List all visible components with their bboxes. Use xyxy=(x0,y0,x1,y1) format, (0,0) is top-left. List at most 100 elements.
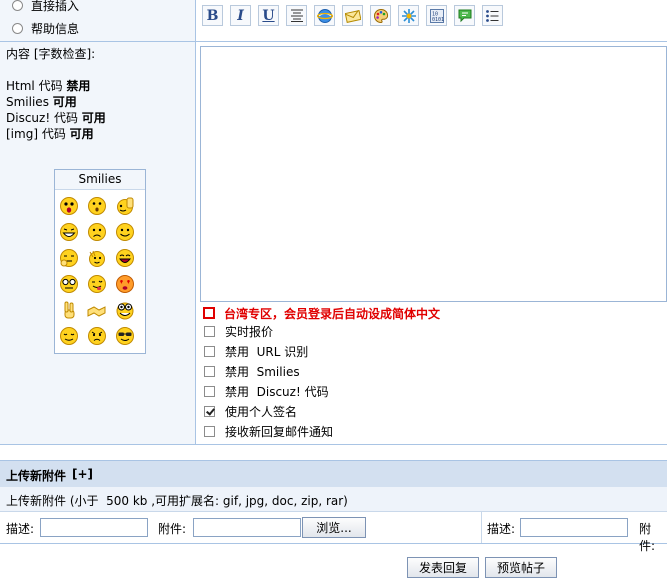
smiley-content-icon[interactable] xyxy=(59,326,79,346)
disable-url-option[interactable]: 禁用 URL 识别 xyxy=(204,343,308,359)
smilies-line: Smilies 可用 xyxy=(6,93,77,110)
smiley-surprised-icon[interactable] xyxy=(59,196,79,216)
smiley-wave-icon[interactable] xyxy=(87,248,107,268)
smiley-tongue-icon[interactable] xyxy=(87,274,107,294)
use-signature-option[interactable]: 使用个人签名 xyxy=(204,403,297,419)
html-code-line: Html 代码 禁用 xyxy=(6,77,90,94)
insert-image-button[interactable] xyxy=(398,5,419,26)
realtime-quote-option[interactable]: 实时报价 xyxy=(204,323,273,339)
img-code-line: [img] 代码 可用 xyxy=(6,125,94,142)
disable-smilies-option[interactable]: 禁用 Smilies xyxy=(204,363,300,379)
img-code-status: 可用 xyxy=(69,127,94,141)
smilies-status: 可用 xyxy=(52,95,77,109)
img-code-name: [img] 代码 xyxy=(6,127,66,141)
browse-button[interactable]: 浏览... xyxy=(302,517,366,538)
description-label-2: 描述: xyxy=(487,522,516,536)
insert-email-button[interactable] xyxy=(342,5,363,26)
disable-discuz-option[interactable]: 禁用 Discuz! 代码 xyxy=(204,383,329,399)
smilies-title: Smilies xyxy=(55,170,145,190)
direct-insert-radio[interactable] xyxy=(12,0,23,11)
smiley-hand-icon[interactable] xyxy=(115,196,135,216)
attachment-expand-toggle[interactable]: [+] xyxy=(72,467,93,484)
direct-insert-label: 直接插入 xyxy=(31,0,80,13)
taiwan-zone-option[interactable]: 台湾专区，会员登录后自动设成简体中文 xyxy=(203,305,440,321)
disable-url-label: 禁用 URL 识别 xyxy=(225,344,309,359)
description-input-2[interactable] xyxy=(520,518,628,537)
attachment-input-row: 描述: 附件: 浏览... 描述: 附件: xyxy=(0,512,667,553)
disable-smilies-label: 禁用 Smilies xyxy=(225,364,300,379)
smiley-angry-icon[interactable] xyxy=(87,326,107,346)
help-info-option[interactable]: 帮助信息 xyxy=(12,20,79,36)
envelope-icon xyxy=(344,9,361,23)
globe-link-icon xyxy=(316,8,333,23)
description-input[interactable] xyxy=(40,518,148,537)
preview-post-button[interactable]: 预览帖子 xyxy=(485,557,557,578)
attachment-note: 上传新附件 (小于 500 kb ,可用扩展名: gif, jpg, doc, … xyxy=(6,494,348,508)
insert-code-button[interactable]: 10 0101 xyxy=(426,5,447,26)
discuz-code-status: 可用 xyxy=(81,111,106,125)
disable-url-checkbox[interactable] xyxy=(204,345,215,357)
attachment-header-title: 上传新附件 xyxy=(6,469,67,483)
taiwan-zone-checkbox[interactable] xyxy=(203,307,215,319)
sparkle-icon xyxy=(401,8,416,23)
disable-discuz-label: 禁用 Discuz! 代码 xyxy=(225,384,329,399)
html-code-status: 禁用 xyxy=(66,79,91,93)
smiley-bigeyes-icon[interactable] xyxy=(115,300,135,320)
text-color-button[interactable] xyxy=(370,5,391,26)
smiley-laugh-icon[interactable] xyxy=(115,248,135,268)
insert-quote-button[interactable] xyxy=(454,5,475,26)
discuz-code-line: Discuz! 代码 可用 xyxy=(6,109,106,126)
smiley-shocked-icon[interactable] xyxy=(87,196,107,216)
use-signature-checkbox[interactable] xyxy=(204,405,215,417)
realtime-quote-label: 实时报价 xyxy=(225,324,274,339)
insert-link-button[interactable] xyxy=(314,5,335,26)
editor-toolbar: B I U 10 0101 xyxy=(202,5,503,26)
smilies-name: Smilies xyxy=(6,95,49,109)
smiley-love-icon[interactable] xyxy=(115,274,135,294)
use-signature-label: 使用个人签名 xyxy=(225,404,298,419)
bold-button[interactable]: B xyxy=(202,5,223,26)
insert-list-button[interactable] xyxy=(482,5,503,26)
direct-insert-option[interactable]: 直接插入 xyxy=(12,0,80,13)
email-notify-checkbox[interactable] xyxy=(204,425,215,437)
smiley-glasses-icon[interactable] xyxy=(59,274,79,294)
attachment-column-divider xyxy=(481,512,482,543)
palette-icon xyxy=(373,8,388,23)
smiley-cool-icon[interactable] xyxy=(115,326,135,346)
attachment-label-2: 附件: xyxy=(639,522,656,553)
svg-text:0101: 0101 xyxy=(432,17,444,23)
divider-bottom xyxy=(0,444,667,445)
victory-hand-icon[interactable] xyxy=(59,300,79,320)
content-label: 内容 [字数检查]: xyxy=(6,47,96,61)
realtime-quote-checkbox[interactable] xyxy=(204,325,215,337)
message-textarea[interactable] xyxy=(200,46,667,302)
italic-button[interactable]: I xyxy=(230,5,251,26)
attachment-file-input[interactable] xyxy=(193,518,301,537)
disable-smilies-checkbox[interactable] xyxy=(204,365,215,377)
handshake-icon[interactable] xyxy=(87,300,107,320)
description-label: 描述: xyxy=(6,522,35,536)
help-info-label: 帮助信息 xyxy=(31,21,80,36)
smiley-smile-icon[interactable] xyxy=(115,222,135,242)
smilies-panel: Smilies xyxy=(54,169,146,354)
smiley-sad-icon[interactable] xyxy=(87,222,107,242)
email-notify-option[interactable]: 接收新回复邮件通知 xyxy=(204,423,333,439)
align-center-button[interactable] xyxy=(286,5,307,26)
attachment-header: 上传新附件 [+] xyxy=(0,460,667,488)
taiwan-zone-label: 台湾专区，会员登录后自动设成简体中文 xyxy=(224,306,441,321)
divider-top xyxy=(0,41,667,42)
attachment-label: 附件: xyxy=(158,522,187,536)
attachment-note-row: 上传新附件 (小于 500 kb ,可用扩展名: gif, jpg, doc, … xyxy=(0,487,667,512)
smiley-grin-icon[interactable] xyxy=(59,222,79,242)
discuz-code-name: Discuz! 代码 xyxy=(6,111,78,125)
email-notify-label: 接收新回复邮件通知 xyxy=(225,424,334,439)
disable-discuz-checkbox[interactable] xyxy=(204,385,215,397)
underline-button[interactable]: U xyxy=(258,5,279,26)
smiley-thinking-icon[interactable] xyxy=(59,248,79,268)
speech-bubble-icon xyxy=(458,9,471,22)
help-info-radio[interactable] xyxy=(12,22,23,34)
code-icon: 100101 xyxy=(429,8,444,23)
submit-reply-button[interactable]: 发表回复 xyxy=(407,557,479,578)
align-center-icon xyxy=(290,9,303,22)
html-code-name: Html 代码 xyxy=(6,79,63,93)
